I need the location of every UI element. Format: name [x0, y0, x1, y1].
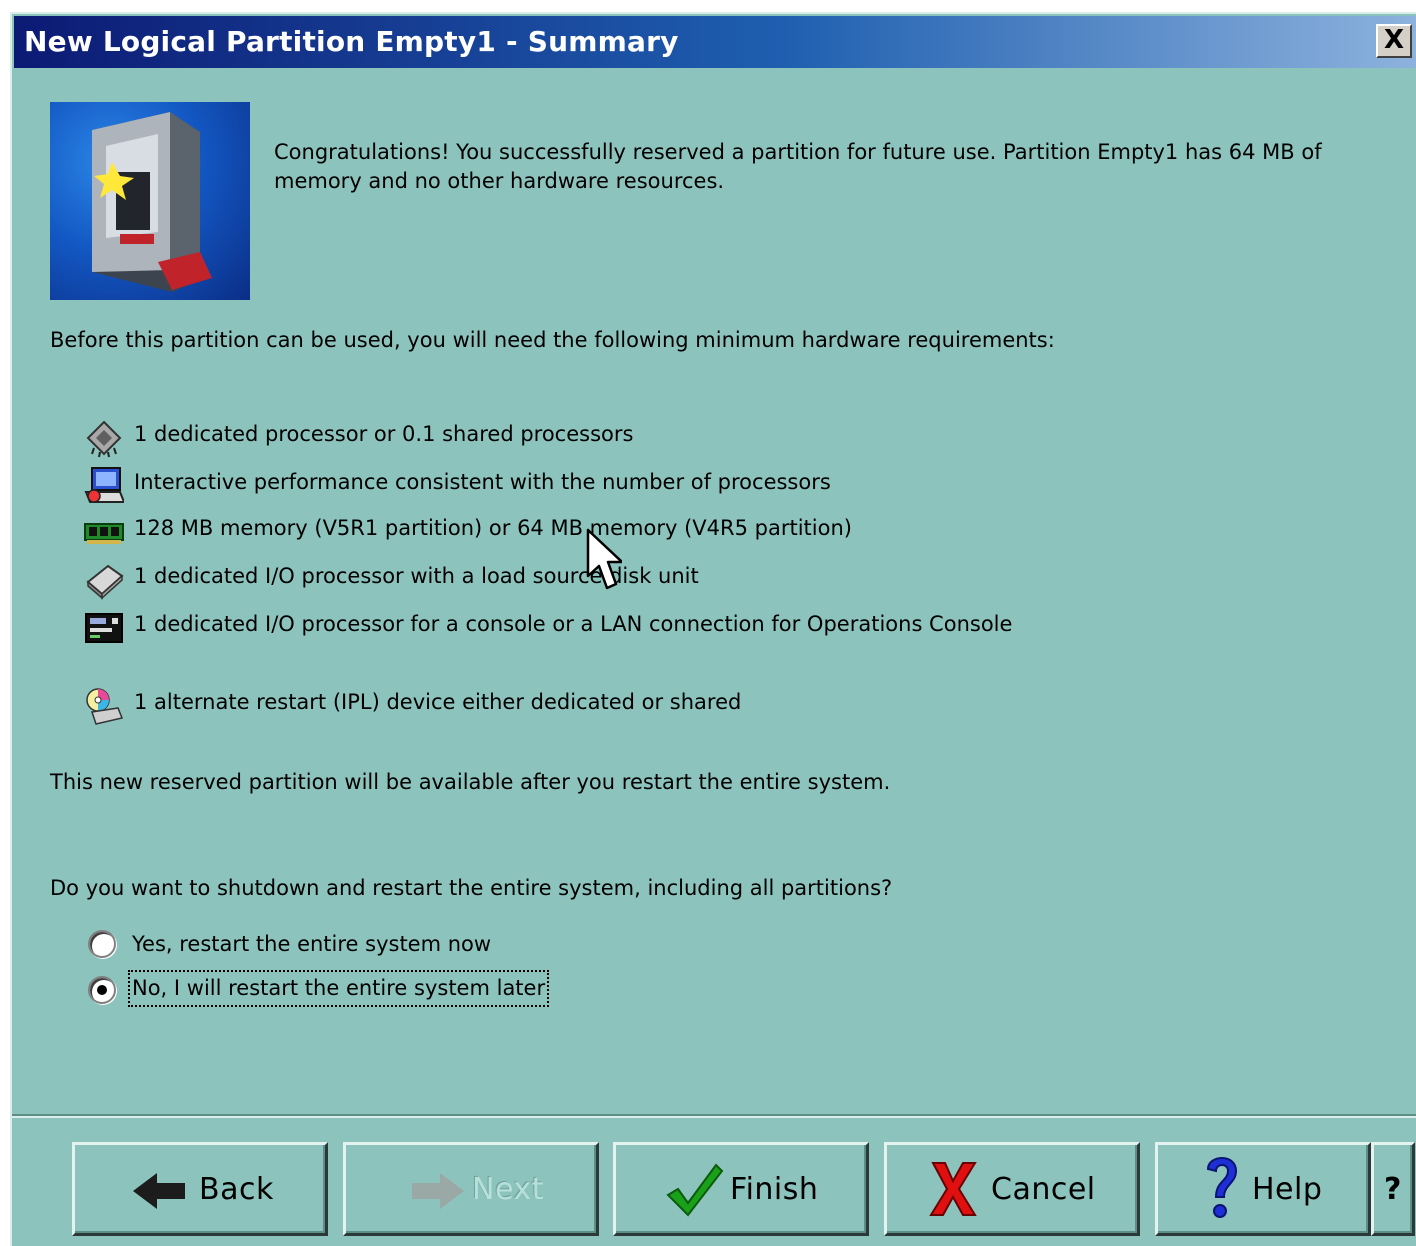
help-question-icon — [1206, 1157, 1238, 1218]
back-arrow-icon — [133, 1173, 185, 1209]
whats-this-button[interactable]: ? — [1371, 1142, 1415, 1236]
button-separator — [12, 1114, 1416, 1118]
requirement-memory: 128 MB memory (V5R1 partition) or 64 MB … — [134, 516, 852, 540]
checkmark-icon — [666, 1163, 724, 1217]
processor-icon — [84, 418, 124, 458]
requirements-heading: Before this partition can be used, you w… — [50, 328, 1055, 352]
title-bar[interactable]: New Logical Partition Empty1 - Summary X — [14, 16, 1416, 68]
restart-later-radio[interactable] — [88, 976, 116, 1004]
finish-button[interactable]: Finish — [613, 1142, 869, 1236]
requirement-processor: 1 dedicated processor or 0.1 shared proc… — [134, 422, 634, 446]
finish-label: Finish — [730, 1172, 819, 1207]
restart-now-label[interactable]: Yes, restart the entire system now — [132, 930, 491, 959]
mouse-cursor-icon — [586, 528, 622, 590]
server-illustration — [50, 102, 250, 300]
cancel-button[interactable]: Cancel — [884, 1142, 1140, 1236]
next-label: Next — [472, 1172, 544, 1207]
restart-now-radio[interactable] — [88, 930, 116, 958]
whats-this-label: ? — [1384, 1172, 1402, 1207]
memory-icon — [84, 512, 124, 552]
next-arrow-icon — [412, 1173, 464, 1209]
cancel-label: Cancel — [991, 1172, 1096, 1207]
summary-dialog: New Logical Partition Empty1 - Summary X… — [10, 12, 1416, 1246]
availability-note: This new reserved partition will be avai… — [50, 770, 891, 794]
back-label: Back — [199, 1172, 274, 1207]
restart-question: Do you want to shutdown and restart the … — [50, 876, 893, 900]
intro-text: Congratulations! You successfully reserv… — [274, 140, 1322, 193]
requirement-console: 1 dedicated I/O processor for a console … — [134, 612, 1013, 636]
restart-device-icon — [84, 686, 124, 726]
next-button[interactable]: Next — [343, 1142, 599, 1236]
back-button[interactable]: Back — [72, 1142, 328, 1236]
disk-unit-icon — [84, 560, 124, 600]
window-title: New Logical Partition Empty1 - Summary — [24, 25, 679, 58]
requirement-interactive-performance: Interactive performance consistent with … — [134, 470, 831, 494]
help-label: Help — [1252, 1172, 1323, 1207]
restart-later-label[interactable]: No, I will restart the entire system lat… — [127, 970, 550, 1007]
close-button[interactable]: X — [1376, 24, 1412, 58]
cancel-x-icon — [929, 1162, 977, 1216]
requirement-restart-device: 1 alternate restart (IPL) device either … — [134, 690, 742, 714]
help-button[interactable]: Help — [1155, 1142, 1371, 1236]
radio-selected-dot — [97, 985, 107, 995]
interactive-performance-icon — [84, 466, 126, 506]
console-icon — [84, 608, 124, 648]
